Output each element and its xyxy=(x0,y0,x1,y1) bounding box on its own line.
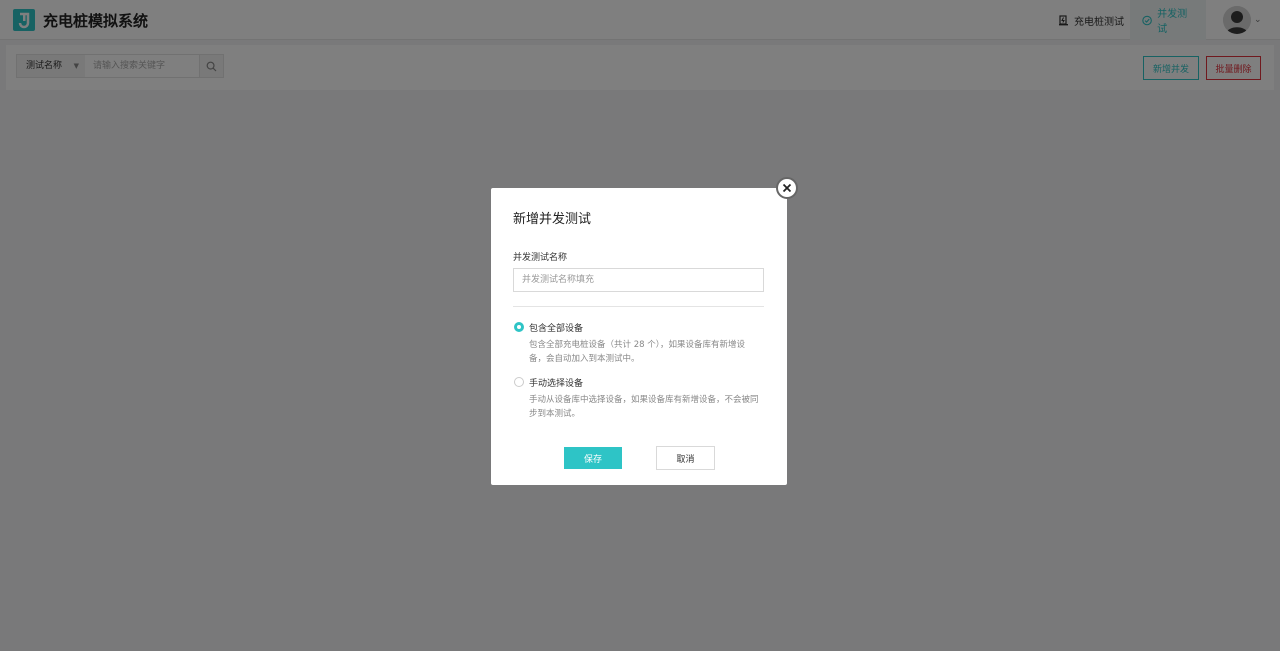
save-button[interactable]: 保存 xyxy=(564,447,622,469)
option-all-devices-label[interactable]: 包含全部设备 xyxy=(529,321,583,334)
close-icon xyxy=(782,183,792,193)
close-dialog-button[interactable] xyxy=(776,177,798,199)
radio-all-devices[interactable] xyxy=(514,322,524,332)
test-name-label: 并发测试名称 xyxy=(513,253,568,263)
dialog-title: 新增并发测试 xyxy=(513,212,592,227)
cancel-button[interactable]: 取消 xyxy=(656,446,715,470)
add-concurrent-test-dialog: 新增并发测试 并发测试名称 包含全部设备 包含全部充电桩设备（共计 28 个），… xyxy=(491,188,787,485)
option-all-devices-description: 包含全部充电桩设备（共计 28 个），如果设备库有新增设备，会自动加入到本测试中… xyxy=(529,340,745,364)
radio-manual-devices[interactable] xyxy=(514,377,524,387)
option-manual-devices-label[interactable]: 手动选择设备 xyxy=(529,376,583,389)
divider xyxy=(513,306,764,307)
test-name-input[interactable] xyxy=(513,268,764,292)
option-manual-devices-description: 手动从设备库中选择设备，如果设备库有新增设备，不会被同步到本测试。 xyxy=(529,395,759,419)
